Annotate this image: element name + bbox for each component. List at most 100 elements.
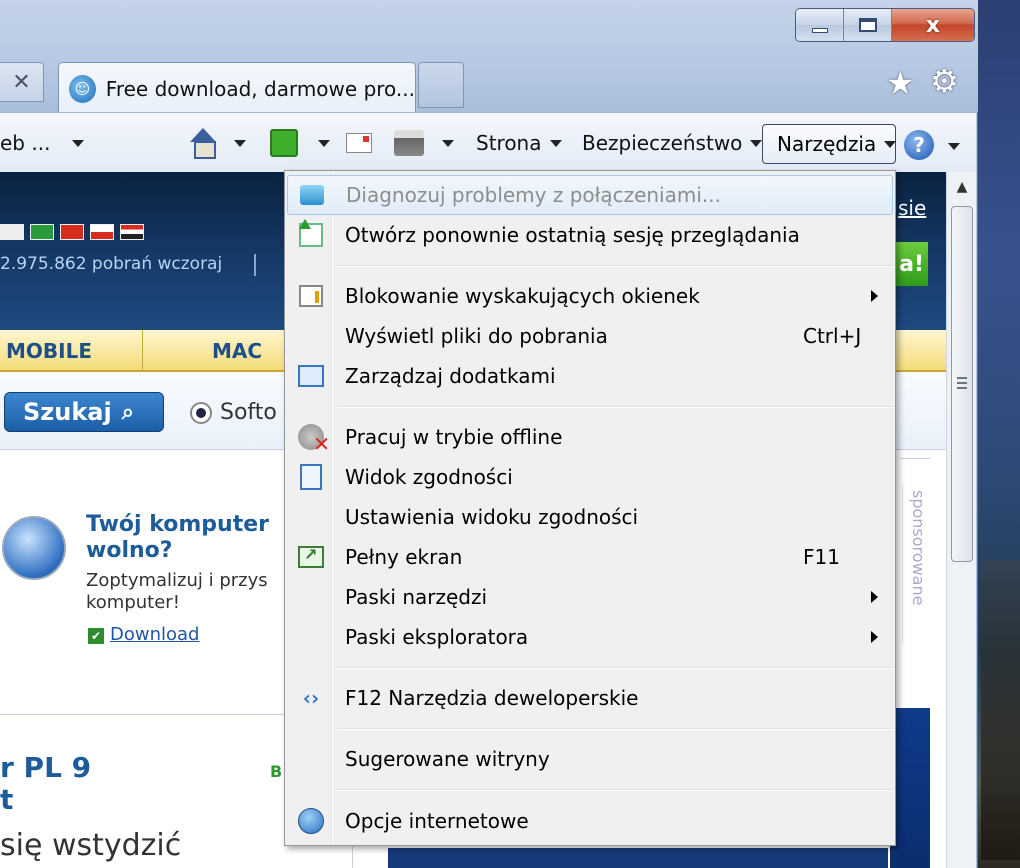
nav-tab-mobile[interactable]: MOBILE (6, 330, 92, 372)
submenu-arrow-icon (871, 290, 878, 302)
menu-separator (337, 789, 893, 791)
promo-title[interactable]: Twój komputer wolno? (86, 512, 286, 564)
flag-icon[interactable] (60, 224, 84, 240)
menu-item-diagnose[interactable]: Diagnozuj problemy z połączeniami... (287, 175, 893, 215)
menu-separator (337, 728, 893, 730)
desktop-background (975, 0, 1020, 868)
tab-active[interactable]: ☺ Free download, darmowe pro... (58, 62, 416, 114)
home-icon (188, 128, 218, 159)
developer-tools-icon: ‹› (302, 686, 320, 710)
optimizer-icon (2, 516, 66, 580)
print-button[interactable] (394, 113, 454, 173)
ad-image[interactable] (890, 708, 930, 868)
help-icon[interactable]: ? (904, 130, 934, 160)
menu-item-popup-blocker[interactable]: Blokowanie wyskakujących okienek (287, 276, 893, 316)
safety-menu-label: Bezpieczeństwo (582, 131, 743, 155)
minimize-button[interactable] (796, 9, 844, 41)
nav-tab-mac[interactable]: MAC (212, 330, 262, 372)
minimize-icon (811, 27, 828, 33)
site-favicon-icon: ☺ (69, 74, 96, 103)
menu-item-downloads[interactable]: Wyświetl pliki do pobrania Ctrl+J (287, 316, 893, 356)
safety-menu-button[interactable]: Bezpieczeństwo (582, 113, 763, 173)
popup-blocker-icon (297, 282, 325, 310)
submenu-arrow-icon (871, 631, 878, 643)
chevron-down-icon (442, 139, 454, 147)
chevron-down-icon (234, 139, 246, 147)
read-mail-button[interactable] (346, 113, 372, 173)
tools-menu-label: Narzędzia (777, 132, 877, 156)
web-slice-dropdown[interactable]: eb ... (0, 113, 85, 173)
vertical-scrollbar[interactable]: ▲ (946, 172, 976, 868)
mail-icon (346, 133, 372, 153)
close-button[interactable]: x (892, 9, 974, 41)
scrollbar-thumb[interactable] (951, 206, 973, 562)
reopen-session-icon (297, 219, 325, 249)
menu-item-developer-tools[interactable]: ‹› F12 Narzędzia deweloperskie (287, 678, 893, 718)
flag-icon[interactable] (120, 224, 144, 240)
menu-item-label: Wyświetl pliki do pobrania (345, 324, 608, 348)
tab-title: Free download, darmowe pro... (105, 76, 415, 101)
menu-item-manage-addons[interactable]: Zarządzaj dodatkami (287, 356, 893, 396)
menu-item-internet-options[interactable]: Opcje internetowe (287, 801, 893, 841)
chevron-down-icon (884, 140, 897, 148)
grip-icon (957, 377, 967, 389)
article-title[interactable]: r PL 9 t (0, 752, 91, 816)
menu-item-reopen-session[interactable]: Otwórz ponownie ostatnią sesję przegląda… (287, 215, 893, 255)
feeds-button[interactable] (270, 113, 330, 173)
chevron-down-icon (72, 139, 85, 147)
search-button-label: Szukaj (23, 398, 112, 426)
close-icon: x (925, 12, 941, 38)
download-check-icon: ✔ (88, 628, 104, 644)
tools-menu-button[interactable]: Narzędzia (762, 124, 897, 164)
search-scope-label: Softo (220, 400, 277, 425)
flag-icon[interactable] (0, 224, 24, 240)
menu-item-label: Diagnozuj problemy z połączeniami... (346, 183, 721, 207)
menu-item-offline[interactable]: Pracuj w trybie offline (287, 417, 893, 457)
new-tab-button[interactable] (418, 62, 464, 108)
menu-item-label: Ustawienia widoku zgodności (345, 505, 639, 529)
flag-icon[interactable] (90, 224, 114, 240)
search-scope-radio[interactable] (190, 402, 212, 424)
search-button[interactable]: Szukaj ⌕ (4, 392, 164, 432)
maximize-icon (858, 18, 877, 32)
tab-close-previous[interactable]: ✕ (0, 62, 44, 102)
compatibility-icon (297, 463, 325, 491)
favorites-star-icon[interactable]: ★ (886, 64, 915, 102)
menu-item-label: Opcje internetowe (345, 809, 529, 833)
banner-image[interactable] (388, 848, 888, 868)
fullscreen-icon (297, 543, 325, 571)
menu-item-label: Widok zgodności (345, 465, 513, 489)
header-link[interactable]: sie (898, 196, 926, 220)
command-bar: eb ... Strona Bezpieczeństwo Narzędzia (0, 112, 976, 172)
promo-text: Zoptymalizuj i przys komputer! (86, 570, 268, 613)
menu-item-label: Sugerowane witryny (345, 747, 550, 771)
download-link[interactable]: Download (110, 624, 199, 645)
gear-icon[interactable]: ⚙ (930, 62, 959, 100)
divider (254, 254, 256, 276)
divider (900, 458, 930, 459)
menu-item-label: Otwórz ponownie ostatnią sesję przegląda… (345, 223, 800, 247)
menu-item-shortcut: Ctrl+J (803, 324, 862, 348)
home-button[interactable] (188, 113, 246, 173)
page-menu-button[interactable]: Strona (476, 113, 562, 173)
feeds-icon (270, 129, 298, 157)
menu-item-compatibility-settings[interactable]: Ustawienia widoku zgodności (287, 497, 893, 537)
menu-item-label: F12 Narzędzia deweloperskie (345, 686, 639, 710)
chevron-down-icon[interactable] (948, 143, 960, 150)
menu-item-explorer-bars[interactable]: Paski eksploratora (287, 617, 893, 657)
offline-icon (297, 423, 330, 456)
flag-icon[interactable] (30, 224, 54, 240)
search-icon: ⌕ (121, 399, 135, 425)
menu-item-toolbars[interactable]: Paski narzędzi (287, 577, 893, 617)
menu-item-shortcut: F11 (803, 545, 840, 569)
menu-item-label: Paski eksploratora (345, 625, 529, 649)
menu-item-compatibility-view[interactable]: Widok zgodności (287, 457, 893, 497)
caption-buttons: x (795, 8, 975, 42)
menu-item-fullscreen[interactable]: Pełny ekran F11 (287, 537, 893, 577)
menu-item-suggested-sites[interactable]: Sugerowane witryny (287, 739, 893, 779)
tools-dropdown-menu: Diagnozuj problemy z połączeniami... Otw… (284, 170, 896, 846)
scroll-up-icon[interactable]: ▲ (947, 174, 977, 200)
submenu-arrow-icon (871, 591, 878, 603)
menu-separator (337, 406, 893, 408)
maximize-button[interactable] (844, 9, 892, 41)
